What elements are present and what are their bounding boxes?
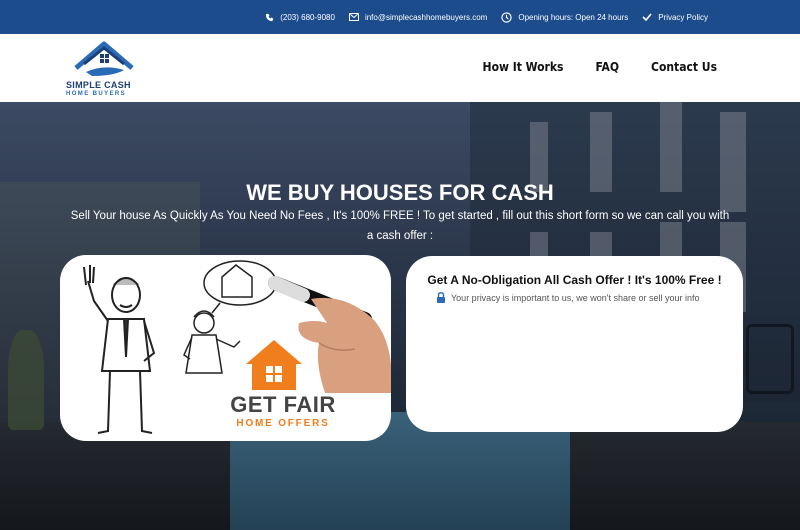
privacy-note-text: Your privacy is important to us, we won'… <box>451 292 700 303</box>
logo-subtitle: HOME BUYERS <box>66 91 127 97</box>
clock-icon <box>501 11 513 23</box>
nav-how-it-works[interactable]: How It Works <box>483 60 564 74</box>
privacy-policy-label: Privacy Policy <box>658 12 708 22</box>
woman-on-phone-illustration <box>183 310 241 374</box>
email-contact[interactable]: info@simplecashhomebuyers.com <box>348 12 488 22</box>
cartoon-man-illustration <box>83 265 156 434</box>
hours-text: Opening hours: Open 24 hours <box>518 12 629 22</box>
site-logo[interactable]: SIMPLE CASH HOME BUYERS <box>66 38 142 98</box>
house-brand-icon <box>246 340 302 390</box>
site-header: SIMPLE CASH HOME BUYERS How It Works FAQ… <box>0 34 800 102</box>
brand-subtitle: HOME OFFERS <box>236 418 330 429</box>
main-nav: How It Works FAQ Contact Us <box>451 60 717 74</box>
logo-title: SIMPLE CASH <box>66 80 131 90</box>
lock-icon <box>437 292 445 303</box>
phone-number: (203) 680-9080 <box>280 12 335 22</box>
phone-contact[interactable]: (203) 680-9080 <box>265 13 335 22</box>
checkmark-icon <box>642 13 652 21</box>
brand-title: GET FAIR <box>230 392 336 417</box>
explainer-video[interactable]: GET FAIR HOME OFFERS <box>60 255 391 441</box>
nav-faq[interactable]: FAQ <box>595 60 619 74</box>
email-address: info@simplecashhomebuyers.com <box>364 12 488 22</box>
top-info-bar: (203) 680-9080 info@simplecashhomebuyers… <box>0 0 800 34</box>
privacy-policy-link[interactable]: Privacy Policy <box>642 13 708 22</box>
envelope-icon <box>348 13 359 21</box>
privacy-note: Your privacy is important to us, we won'… <box>436 292 736 303</box>
form-title: Get A No-Obligation All Cash Offer ! It'… <box>427 273 722 287</box>
phone-icon <box>266 13 274 21</box>
background-plant <box>8 330 44 430</box>
nav-contact-us[interactable]: Contact Us <box>651 60 717 74</box>
hero-subtitle: Sell Your house As Quickly As You Need N… <box>70 210 730 242</box>
house-logo-icon <box>74 41 134 76</box>
background-lounge-chair <box>746 324 794 394</box>
hero-title: WE BUY HOUSES FOR CASH <box>246 180 554 205</box>
opening-hours: Opening hours: Open 24 hours <box>501 11 629 23</box>
hero-section: WE BUY HOUSES FOR CASH Sell Your house A… <box>0 102 800 530</box>
cash-offer-form-card: Get A No-Obligation All Cash Offer ! It'… <box>406 256 743 432</box>
